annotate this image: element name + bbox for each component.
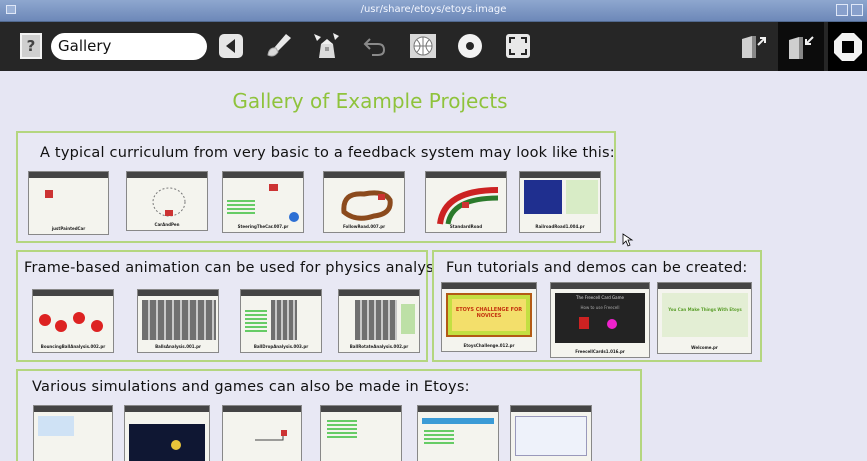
thumbnail-caption: CarAndPen bbox=[154, 222, 180, 227]
back-icon[interactable] bbox=[218, 30, 244, 62]
project-thumbnail[interactable] bbox=[320, 405, 402, 461]
project-thumbnail[interactable]: RailroadRoad1.004.pr bbox=[519, 171, 601, 233]
page-title: Gallery of Example Projects bbox=[232, 89, 508, 113]
project-thumbnail[interactable]: CarAndPen bbox=[126, 171, 208, 231]
fullscreen-icon[interactable] bbox=[503, 30, 533, 62]
window-title: /usr/share/etoys/etoys.image bbox=[360, 4, 507, 15]
maximize-icon[interactable] bbox=[851, 4, 863, 16]
project-thumbnail[interactable]: SteeringTheCar.007.pr bbox=[222, 171, 304, 233]
keep-icon[interactable] bbox=[738, 30, 770, 62]
etoys-toolbar: ? Gallery bbox=[0, 22, 867, 71]
project-thumbnail[interactable]: ETOYS CHALLENGE FOR NOVICES EtoysChallen… bbox=[441, 282, 537, 352]
stop-icon[interactable] bbox=[828, 22, 867, 71]
project-thumbnail[interactable]: BallDropAnalysis.003.pr bbox=[240, 289, 322, 353]
gallery-page: Gallery of Example Projects A typical cu… bbox=[0, 71, 867, 461]
project-name-field[interactable]: Gallery bbox=[51, 33, 207, 60]
language-icon[interactable] bbox=[407, 30, 439, 62]
thumbnail-caption: justPaintedCar bbox=[51, 226, 86, 231]
project-thumbnail[interactable]: StandardRoad bbox=[425, 171, 507, 233]
supplies-icon[interactable] bbox=[311, 30, 343, 62]
project-thumbnail[interactable]: justPaintedCar bbox=[28, 171, 109, 235]
record-icon[interactable] bbox=[456, 30, 484, 62]
thumbnail-text: The Freecell Card Game bbox=[576, 295, 624, 300]
thumbnail-caption: SteeringTheCar.007.pr bbox=[237, 224, 289, 229]
project-thumbnail[interactable]: FollowRoad.007.pr bbox=[323, 171, 405, 233]
thumbnail-caption: BallRotateAnalysis.002.pr bbox=[349, 344, 409, 349]
section-heading: Frame-based animation can be used for ph… bbox=[24, 260, 451, 276]
mouse-cursor-icon bbox=[622, 233, 634, 247]
thumbnail-caption: FreecellCards1.016.pr bbox=[575, 349, 625, 354]
project-thumbnail[interactable] bbox=[33, 405, 113, 461]
project-thumbnail[interactable]: BallRotateAnalysis.002.pr bbox=[338, 289, 420, 353]
thumbnail-caption: Welcome.pr bbox=[691, 345, 718, 350]
section-heading: A typical curriculum from very basic to … bbox=[40, 145, 615, 161]
thumbnail-text: How to use Freecell bbox=[580, 305, 620, 310]
project-thumbnail[interactable] bbox=[124, 405, 210, 461]
thumbnail-text: You Can Make Things With Etoys bbox=[668, 307, 742, 312]
project-thumbnail[interactable]: You Can Make Things With Etoys Welcome.p… bbox=[657, 282, 752, 354]
project-thumbnail[interactable] bbox=[510, 405, 592, 461]
section-heading: Fun tutorials and demos can be created: bbox=[446, 260, 748, 276]
thumbnail-caption: BallDropAnalysis.003.pr bbox=[253, 344, 309, 349]
thumbnail-caption: RailroadRoad1.004.pr bbox=[535, 224, 585, 229]
thumbnail-caption: BouncingBallAnalysis.002.pr bbox=[40, 344, 106, 349]
paint-icon[interactable] bbox=[264, 30, 294, 62]
window-title-bar: /usr/share/etoys/etoys.image bbox=[0, 0, 867, 22]
find-icon[interactable] bbox=[778, 22, 824, 71]
project-thumbnail[interactable]: BallsAnalysis.001.pr bbox=[137, 289, 219, 353]
project-thumbnail[interactable]: BouncingBallAnalysis.002.pr bbox=[32, 289, 114, 353]
thumbnail-caption: FollowRoad.007.pr bbox=[342, 224, 386, 229]
project-thumbnail[interactable] bbox=[417, 405, 499, 461]
thumbnail-caption: BallsAnalysis.001.pr bbox=[155, 344, 201, 349]
thumbnail-caption: StandardRoad bbox=[449, 224, 483, 229]
project-thumbnail[interactable]: The Freecell Card Game How to use Freece… bbox=[550, 282, 650, 358]
help-button[interactable]: ? bbox=[20, 33, 42, 59]
minimize-icon[interactable] bbox=[836, 4, 848, 16]
thumbnail-caption: EtoysChallenge.012.pr bbox=[463, 343, 515, 348]
section-heading: Various simulations and games can also b… bbox=[32, 379, 470, 395]
thumbnail-text: ETOYS CHALLENGE FOR NOVICES bbox=[452, 299, 526, 331]
project-thumbnail[interactable] bbox=[222, 405, 302, 461]
undo-icon[interactable] bbox=[362, 30, 388, 62]
